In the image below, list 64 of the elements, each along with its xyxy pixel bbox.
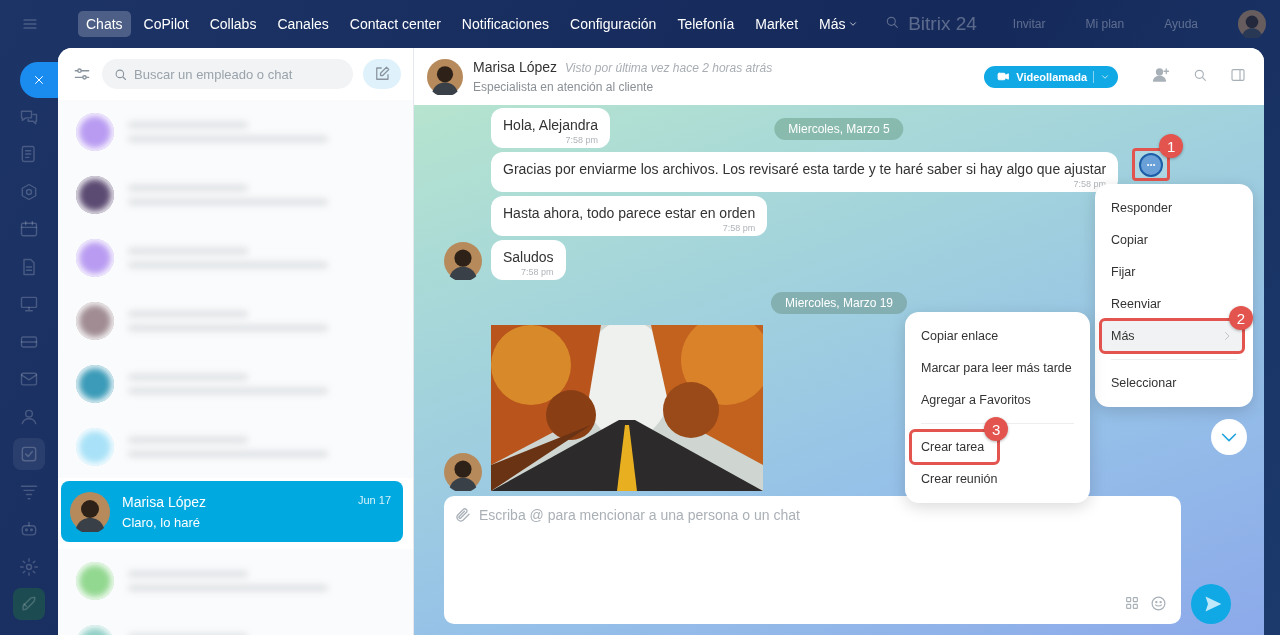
- date-pill: Miercoles, Marzo 5: [774, 118, 904, 140]
- message-time: 7:58 pm: [1073, 179, 1107, 189]
- message-time: 7:58 pm: [565, 135, 598, 145]
- add-user-icon: [1152, 65, 1170, 84]
- date-pill: Miercoles, Marzo 19: [770, 292, 907, 314]
- menu-item[interactable]: Seleccionar: [1101, 367, 1247, 399]
- menu-item[interactable]: Marcar para leer más tarde: [911, 352, 1084, 384]
- avatar: [427, 58, 463, 95]
- nav-tab[interactable]: Más: [811, 11, 867, 37]
- side-panel-icon: [1230, 66, 1246, 83]
- last-seen: Visto por última vez hace 2 horas atrás: [565, 61, 773, 75]
- step-badge: 3: [984, 417, 1009, 441]
- caret-icon: [848, 19, 859, 29]
- message-bubble: Hola, Alejandra 7:58 pm: [491, 108, 610, 148]
- step-badge: 1: [1159, 134, 1184, 158]
- message-time: 7:58 pm: [722, 223, 756, 233]
- sidebar-item[interactable]: [13, 588, 45, 621]
- chat-date: Jun 17: [357, 493, 391, 508]
- menu-item[interactable]: Crear reunión: [911, 463, 1084, 495]
- close-button[interactable]: [20, 62, 58, 98]
- close-icon: [32, 73, 46, 87]
- menu-item[interactable]: Agregar a Favoritos: [911, 384, 1084, 416]
- nav-tab[interactable]: Canales: [269, 11, 337, 37]
- nav-tab[interactable]: CoPilot: [135, 11, 197, 37]
- paperclip-icon: [454, 506, 472, 524]
- menu-item[interactable]: Copiar enlace: [911, 320, 1084, 352]
- hexagon-icon: [19, 181, 39, 202]
- search-icon: [884, 14, 901, 30]
- brand-logo: Bitrix 24: [908, 13, 977, 35]
- menu-icon: [22, 16, 38, 32]
- menu-item[interactable]: Copiar: [1101, 224, 1247, 256]
- message-bubble: Saludos 7:58 pm: [491, 240, 566, 280]
- menu-item[interactable]: Fijar: [1101, 256, 1247, 288]
- message-bubble: Gracias por enviarme los archivos. Los revisaré esta tarde y te haré saber si hay algo que ajustar 7:58 pm: [491, 152, 1119, 192]
- avatar: [70, 491, 110, 532]
- contact-role: Especialista en atención al cliente: [473, 80, 655, 94]
- message-bubble: Hasta ahora, todo parece estar en orden 7:58 pm: [491, 196, 768, 236]
- nav-tab[interactable]: Telefonía: [669, 11, 743, 37]
- nav-tab[interactable]: Notificaciones: [453, 11, 557, 37]
- nav-tab[interactable]: Collabs: [201, 11, 265, 37]
- step-badge: 2: [1229, 306, 1253, 330]
- message-field[interactable]: Escriba @ para mencionar a una persona o un chat: [444, 496, 1181, 624]
- pencil-square-icon: [373, 65, 391, 83]
- avatar: [444, 453, 482, 491]
- scroll-down-button[interactable]: [1211, 419, 1247, 455]
- nav-tab[interactable]: Contact center: [341, 11, 449, 37]
- sidebar-item[interactable]: [13, 438, 45, 471]
- compose-button[interactable]: [363, 59, 401, 89]
- nav-tab[interactable]: Configuración: [562, 11, 665, 37]
- menu-item[interactable]: Responder: [1101, 192, 1247, 224]
- send-button[interactable]: [1191, 584, 1231, 624]
- chat-preview: Claro, lo haré: [122, 514, 202, 530]
- emoji-icon: [1150, 595, 1167, 612]
- nav-tab[interactable]: Market: [747, 11, 807, 37]
- search-icon: [113, 67, 128, 82]
- search-field[interactable]: Buscar un empleado o chat: [102, 59, 353, 89]
- contact-name: Marisa López: [473, 59, 558, 75]
- message-time: 7:58 pm: [521, 267, 554, 277]
- avatar: [1238, 10, 1266, 38]
- video-camera-icon: [997, 70, 1011, 83]
- avatar: [444, 242, 482, 280]
- nav-tab[interactable]: Chats: [78, 11, 131, 37]
- grid-icon: [1124, 595, 1140, 611]
- chat-name: Marisa López: [122, 493, 207, 510]
